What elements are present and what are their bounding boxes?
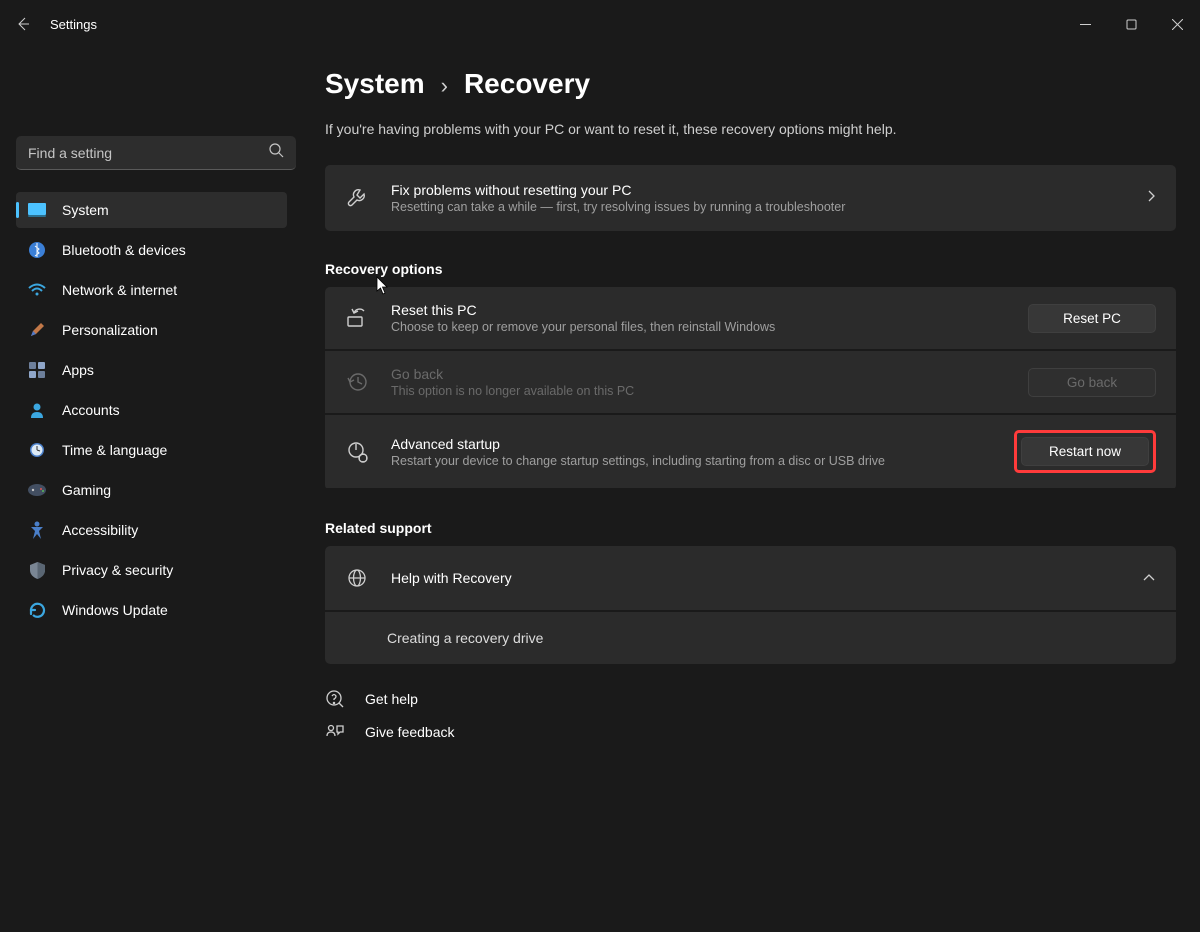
history-icon	[345, 371, 369, 393]
creating-recovery-drive-link[interactable]: Creating a recovery drive	[325, 612, 1176, 664]
breadcrumb-current: Recovery	[464, 68, 590, 100]
sidebar-item-bluetooth[interactable]: Bluetooth & devices	[16, 232, 287, 268]
chevron-right-icon: ›	[441, 73, 448, 103]
go-back-button: Go back	[1028, 368, 1156, 397]
get-help-link[interactable]: Get help	[325, 682, 1176, 716]
sidebar-item-label: Personalization	[62, 322, 158, 338]
gamepad-icon	[28, 481, 46, 499]
fix-problems-card[interactable]: Fix problems without resetting your PC R…	[325, 165, 1176, 231]
nav: System Bluetooth & devices Network & int…	[0, 180, 297, 628]
card-subtitle: Resetting can take a while — first, try …	[391, 200, 1124, 214]
sidebar-item-label: Gaming	[62, 482, 111, 498]
titlebar: Settings	[0, 0, 1200, 48]
go-back-card: Go back This option is no longer availab…	[325, 351, 1176, 413]
sidebar-item-accounts[interactable]: Accounts	[16, 392, 287, 428]
close-button[interactable]	[1154, 6, 1200, 42]
card-title: Fix problems without resetting your PC	[391, 182, 1124, 198]
footer-link-label: Give feedback	[365, 724, 455, 740]
window-controls	[1062, 6, 1200, 42]
content: System › Recovery If you're having probl…	[297, 48, 1200, 932]
card-subtitle: Restart your device to change startup se…	[391, 454, 992, 468]
update-icon	[28, 601, 46, 619]
card-title: Help with Recovery	[391, 570, 1120, 586]
feedback-icon	[325, 724, 345, 740]
power-settings-icon	[345, 441, 369, 463]
sidebar-item-network[interactable]: Network & internet	[16, 272, 287, 308]
sidebar-item-apps[interactable]: Apps	[16, 352, 287, 388]
sidebar-item-gaming[interactable]: Gaming	[16, 472, 287, 508]
restart-now-button[interactable]: Restart now	[1021, 437, 1149, 466]
sidebar-item-label: Time & language	[62, 442, 167, 458]
chevron-up-icon[interactable]	[1142, 569, 1156, 587]
sidebar-item-time[interactable]: Time & language	[16, 432, 287, 468]
chevron-right-icon	[1146, 189, 1156, 208]
minimize-button[interactable]	[1062, 6, 1108, 42]
sidebar-item-system[interactable]: System	[16, 192, 287, 228]
display-icon	[28, 201, 46, 219]
sidebar: System Bluetooth & devices Network & int…	[0, 48, 297, 932]
paintbrush-icon	[28, 321, 46, 339]
globe-icon	[345, 568, 369, 588]
help-recovery-card[interactable]: Help with Recovery	[325, 546, 1176, 610]
related-support-group: Help with Recovery Creating a recovery d…	[325, 546, 1176, 664]
sidebar-item-label: Accessibility	[62, 522, 138, 538]
sidebar-item-label: Windows Update	[62, 602, 168, 618]
breadcrumb-parent[interactable]: System	[325, 68, 425, 100]
clock-icon	[28, 441, 46, 459]
back-button[interactable]	[14, 15, 32, 33]
apps-icon	[28, 361, 46, 379]
search-input[interactable]	[28, 145, 269, 161]
card-subtitle: This option is no longer available on th…	[391, 384, 1006, 398]
footer-links: Get help Give feedback	[325, 682, 1176, 748]
maximize-button[interactable]	[1108, 6, 1154, 42]
window-title: Settings	[50, 17, 97, 32]
sidebar-item-label: Accounts	[62, 402, 120, 418]
recovery-options-group: Reset this PC Choose to keep or remove y…	[325, 287, 1176, 490]
shield-icon	[28, 561, 46, 579]
highlight-annotation: Restart now	[1014, 430, 1156, 473]
section-heading-recovery: Recovery options	[325, 261, 1176, 277]
breadcrumb: System › Recovery	[325, 58, 1176, 103]
bluetooth-icon	[28, 241, 46, 259]
sidebar-item-personalization[interactable]: Personalization	[16, 312, 287, 348]
accessibility-icon	[28, 521, 46, 539]
advanced-startup-card: Advanced startup Restart your device to …	[325, 415, 1176, 488]
help-icon	[325, 690, 345, 708]
sidebar-item-label: Network & internet	[62, 282, 177, 298]
card-title: Go back	[391, 366, 1006, 382]
search-icon	[269, 143, 284, 163]
sidebar-item-label: Apps	[62, 362, 94, 378]
give-feedback-link[interactable]: Give feedback	[325, 716, 1176, 748]
reset-pc-card: Reset this PC Choose to keep or remove y…	[325, 287, 1176, 349]
search-box[interactable]	[16, 136, 296, 170]
sidebar-item-accessibility[interactable]: Accessibility	[16, 512, 287, 548]
reset-pc-button[interactable]: Reset PC	[1028, 304, 1156, 333]
card-subtitle: Choose to keep or remove your personal f…	[391, 320, 1006, 334]
person-icon	[28, 401, 46, 419]
sidebar-item-update[interactable]: Windows Update	[16, 592, 287, 628]
wrench-icon	[345, 187, 369, 209]
footer-link-label: Get help	[365, 691, 418, 707]
sidebar-item-privacy[interactable]: Privacy & security	[16, 552, 287, 588]
sidebar-item-label: Privacy & security	[62, 562, 173, 578]
reset-icon	[345, 307, 369, 329]
sidebar-item-label: Bluetooth & devices	[62, 242, 186, 258]
sidebar-item-label: System	[62, 202, 109, 218]
card-title: Advanced startup	[391, 436, 992, 452]
wifi-icon	[28, 281, 46, 299]
page-description: If you're having problems with your PC o…	[325, 121, 1176, 137]
section-heading-related: Related support	[325, 520, 1176, 536]
card-title: Reset this PC	[391, 302, 1006, 318]
